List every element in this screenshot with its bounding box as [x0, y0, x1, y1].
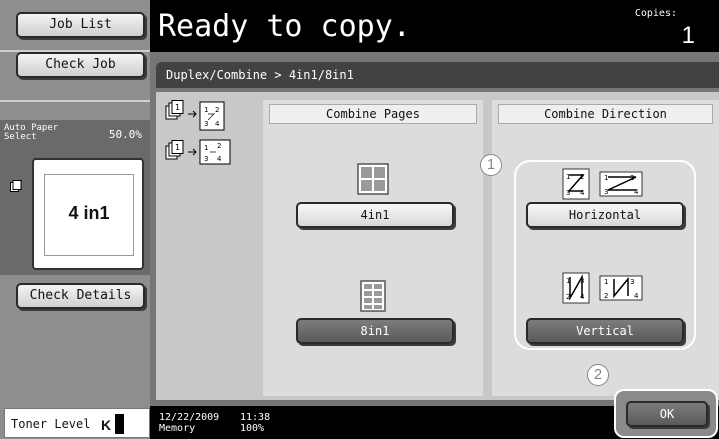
ok-button[interactable]: OK: [626, 401, 708, 427]
check-details-button[interactable]: Check Details: [16, 283, 145, 309]
memory-label: Memory: [159, 423, 196, 434]
sample-page-3: 3: [204, 120, 208, 128]
horizontal-direction-icon: 1 2 3 4 1 2 3 4: [562, 168, 643, 200]
svg-text:3: 3: [630, 278, 634, 286]
breadcrumb-bar: Duplex/Combine > 4in1/8in1: [156, 62, 719, 88]
toner-indicator: Toner Level K: [4, 408, 150, 438]
left-sidebar: Job List Check Job Auto Paper Select 50.…: [0, 0, 150, 439]
combine-sample-icons: 1 1 2 3 4 1 1 2 3 4: [165, 100, 231, 165]
time: 11:38: [240, 412, 271, 423]
callout-2: 2: [587, 364, 609, 386]
combine-pages-panel: Combine Pages 4in1 8in1: [263, 100, 483, 396]
sample-page-1: 1: [204, 144, 208, 152]
date-memory: 12/22/2009 Memory: [159, 412, 219, 434]
svg-text:2: 2: [604, 292, 608, 300]
status-bar: Ready to copy. Copies: 1: [150, 0, 719, 52]
job-list-button[interactable]: Job List: [16, 12, 145, 38]
four-up-sample-icon: 1 1 2 3 4: [165, 100, 225, 131]
svg-text:1: 1: [175, 143, 180, 152]
preview-panel: Auto Paper Select 50.0% 4 in1: [0, 120, 150, 275]
eight-in-one-button[interactable]: 8in1: [296, 318, 454, 344]
combine-direction-panel: Combine Direction 1 2 3 4 1 2 3 4 Horizo…: [492, 100, 719, 396]
sample-page-3: 3: [204, 155, 208, 163]
original-stack-icon: [10, 180, 22, 192]
preview-page: 4 in1: [44, 174, 134, 256]
svg-text:3: 3: [604, 188, 608, 196]
sample-page-2: 2: [215, 106, 219, 114]
sample-page-2: 2: [217, 142, 221, 150]
vertical-direction-icon: 1 3 2 4 1 3 2 4: [562, 272, 643, 304]
svg-text:4: 4: [634, 188, 639, 196]
eight-in-one-icon: [360, 280, 386, 312]
svg-text:1: 1: [604, 278, 608, 286]
status-message: Ready to copy.: [158, 9, 411, 44]
callout-1: 1: [480, 154, 502, 176]
memory-value: 100%: [240, 423, 265, 434]
svg-text:1: 1: [175, 103, 180, 112]
four-up-alt-sample-icon: 1 1 2 3 4: [165, 139, 231, 165]
sample-page-1: 1: [204, 106, 208, 114]
output-preview: 4 in1: [32, 158, 144, 270]
time-memory: 11:38 100%: [240, 412, 270, 434]
sample-page-4: 4: [215, 120, 220, 128]
svg-text:4: 4: [580, 189, 585, 197]
toner-label: Toner Level: [11, 417, 91, 431]
settings-content: 1 1 2 3 4 1 1 2 3 4 Combine Pages 4in1 8…: [156, 92, 719, 400]
breadcrumb: Duplex/Combine > 4in1/8in1: [166, 68, 354, 82]
vertical-button[interactable]: Vertical: [526, 318, 684, 344]
zoom-readout: 50.0%: [108, 128, 142, 141]
svg-text:1: 1: [566, 173, 570, 181]
copies-label: Copies:: [634, 8, 677, 19]
copies-count: 1: [681, 22, 695, 49]
four-in-one-button[interactable]: 4in1: [296, 202, 454, 228]
ok-highlight: OK: [614, 389, 718, 438]
main-area: Duplex/Combine > 4in1/8in1 1 1 2 3 4 1 1…: [150, 52, 719, 406]
svg-text:4: 4: [634, 292, 639, 300]
sample-page-4: 4: [217, 155, 222, 163]
paper-select-label: Auto Paper Select: [4, 123, 59, 142]
date: 12/22/2009: [159, 412, 220, 423]
check-job-button[interactable]: Check Job: [16, 52, 145, 78]
four-in-one-icon: [357, 163, 389, 195]
preview-layout-label: 4 in1: [68, 203, 110, 223]
svg-text:1: 1: [604, 174, 608, 182]
combine-pages-title: Combine Pages: [269, 104, 477, 124]
combine-direction-title: Combine Direction: [498, 104, 713, 124]
horizontal-button[interactable]: Horizontal: [526, 202, 684, 228]
toner-color-letter: K: [101, 417, 112, 433]
toner-level-bar: [115, 414, 124, 434]
divider: [0, 100, 150, 102]
